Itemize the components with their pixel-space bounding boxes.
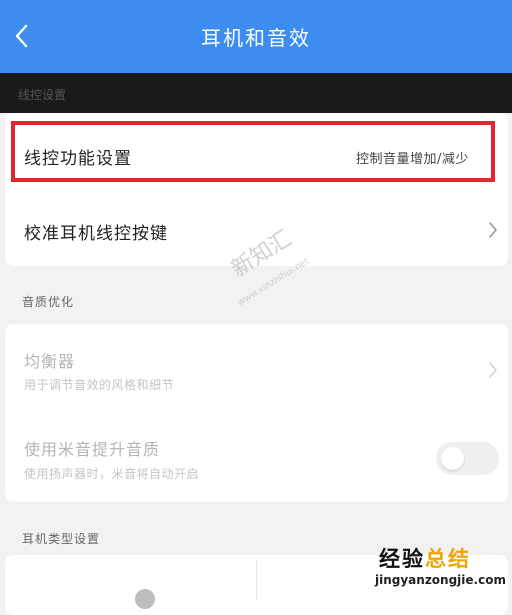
- section-sound-quality-label: 音质优化: [22, 295, 75, 309]
- mi-sound-subtitle: 使用扬声器时，米音将自动开启: [24, 467, 200, 481]
- equalizer-subtitle: 用于调节音效的风格和细节: [24, 378, 175, 392]
- card-divider: [256, 560, 257, 599]
- equalizer-title: 均衡器: [24, 352, 76, 371]
- mi-sound-title: 使用米音提升音质: [24, 440, 161, 459]
- section-remote-label: 线控设置: [18, 88, 67, 102]
- chevron-right-icon: [489, 362, 497, 378]
- section-header-bar: 线控设置: [0, 73, 512, 113]
- watermark-url: jingyanzongjie.com: [375, 573, 506, 587]
- highlight-annotation-box: [11, 121, 495, 182]
- chevron-right-icon: [489, 222, 497, 238]
- watermark-brand-left: 经验: [379, 547, 425, 571]
- headphone-type-option-indicator[interactable]: [135, 589, 155, 609]
- watermark-brand-right: 总结: [425, 547, 471, 571]
- toggle-knob: [441, 447, 464, 470]
- app-header: 耳机和音效: [0, 0, 512, 73]
- watermark-brand: 经验总结: [379, 543, 471, 573]
- calibrate-remote-label: 校准耳机线控按键: [24, 224, 168, 244]
- mi-sound-toggle[interactable]: [436, 442, 499, 475]
- section-headphone-type-label: 耳机类型设置: [22, 532, 101, 546]
- page-title: 耳机和音效: [201, 26, 311, 50]
